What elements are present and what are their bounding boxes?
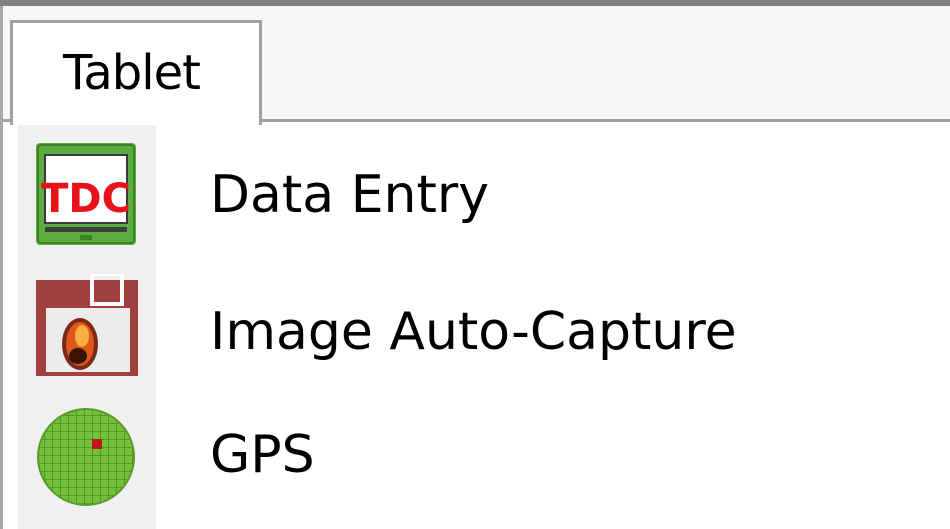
menu-item-image-auto-capture[interactable]: Image Auto-Capture — [18, 262, 950, 392]
menu-item-image-auto-capture-label: Image Auto-Capture — [210, 302, 737, 362]
menu-item-gps[interactable]: GPS — [18, 395, 950, 525]
menu-item-data-entry-label: Data Entry — [210, 165, 490, 225]
window-left-border — [0, 6, 3, 529]
camera-icon — [36, 272, 138, 382]
menu-item-gps-label: GPS — [210, 425, 315, 485]
tdc-text: TDC — [41, 176, 131, 222]
tab-tablet-label: Tablet — [63, 45, 201, 101]
tdc-screen-icon: TDC — [36, 143, 136, 249]
tab-tablet[interactable]: Tablet — [10, 20, 262, 125]
tablet-menu-window: Tablet TDC Data Entry Image Auto-Capture… — [0, 0, 950, 529]
menu-item-data-entry[interactable]: TDC Data Entry — [18, 125, 950, 255]
gps-globe-icon — [36, 407, 136, 511]
